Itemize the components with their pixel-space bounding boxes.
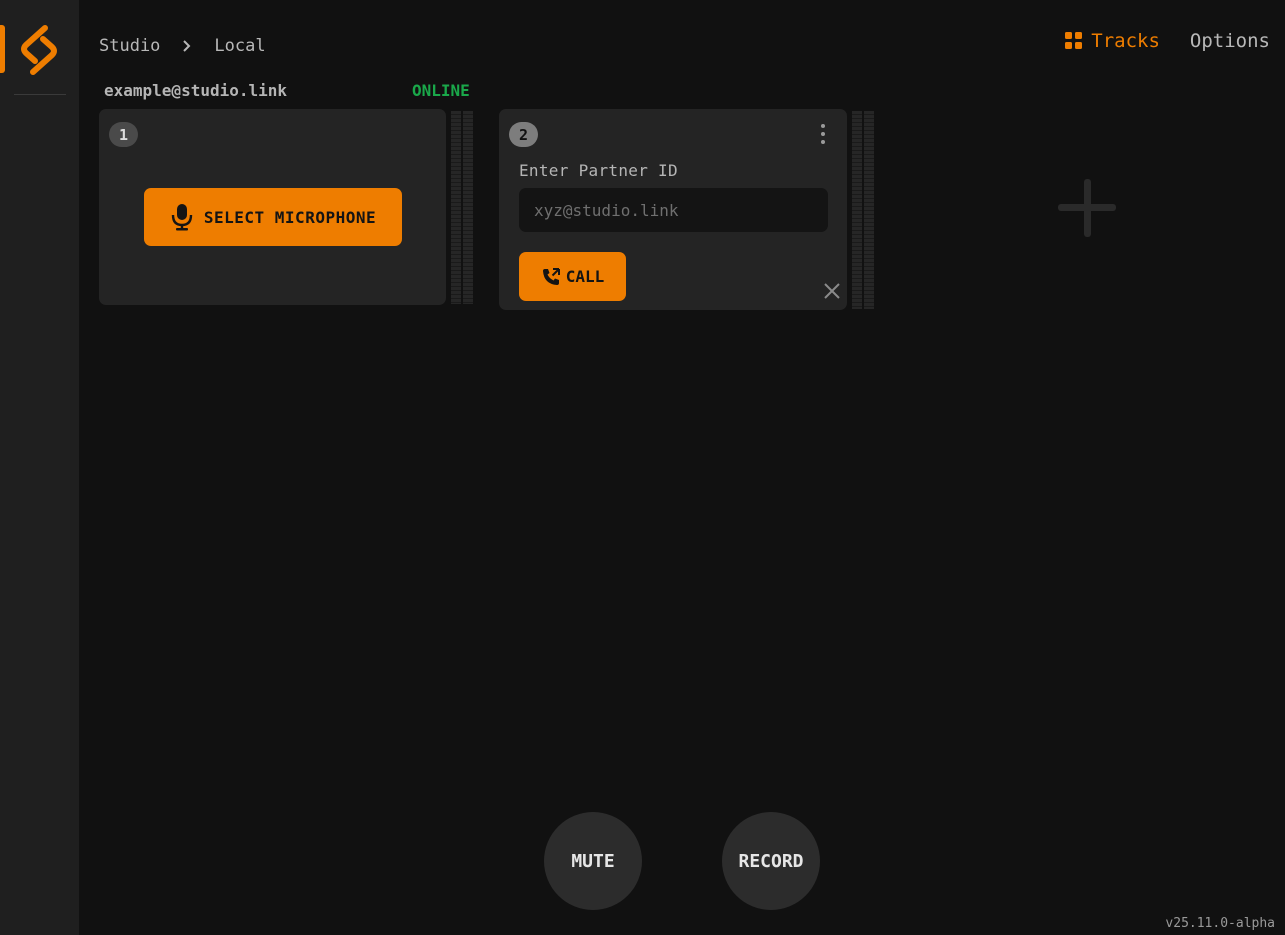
select-microphone-label: SELECT MICROPHONE: [203, 207, 377, 227]
partner-id-label: Enter Partner ID: [519, 161, 678, 180]
chevron-right-icon: [182, 39, 192, 53]
tracks-nav-label: Tracks: [1091, 30, 1160, 52]
grid-icon: [1065, 32, 1083, 49]
call-button[interactable]: CALL: [519, 252, 626, 301]
kebab-menu-icon[interactable]: [816, 122, 830, 146]
user-id-label: example@studio.link: [104, 81, 288, 100]
studio-link-logo-icon[interactable]: [16, 24, 62, 76]
breadcrumb-item-local[interactable]: Local: [214, 36, 265, 56]
sidebar-active-indicator: [0, 25, 5, 73]
online-status-badge: ONLINE: [412, 81, 470, 100]
audio-level-meter-2: [852, 111, 874, 309]
phone-forward-icon: [542, 267, 560, 285]
partner-id-input[interactable]: [519, 188, 828, 232]
audio-level-meter-1: [451, 111, 473, 304]
track-card-1: 1 SELECT MICROPHONE: [99, 109, 446, 305]
select-microphone-button[interactable]: SELECT MICROPHONE: [144, 188, 402, 246]
sidebar-divider: [14, 94, 66, 95]
microphone-icon: [171, 204, 193, 231]
call-label: CALL: [565, 267, 605, 286]
options-nav-button[interactable]: Options: [1190, 30, 1270, 52]
sidebar: [0, 0, 79, 935]
version-label: v25.11.0-alpha: [1165, 916, 1275, 931]
track-number-badge: 1: [109, 122, 138, 147]
breadcrumb: Studio Local: [99, 36, 266, 56]
track-number-badge: 2: [509, 122, 538, 147]
breadcrumb-item-studio[interactable]: Studio: [99, 36, 160, 56]
close-icon[interactable]: [823, 282, 841, 304]
track-card-2: 2 Enter Partner ID CALL: [499, 109, 847, 310]
mute-button[interactable]: MUTE: [544, 812, 642, 910]
top-navigation: Tracks Options: [1065, 30, 1270, 52]
tracks-nav-button[interactable]: Tracks: [1065, 30, 1160, 52]
add-track-plus-icon[interactable]: [1058, 179, 1116, 241]
record-button[interactable]: RECORD: [722, 812, 820, 910]
